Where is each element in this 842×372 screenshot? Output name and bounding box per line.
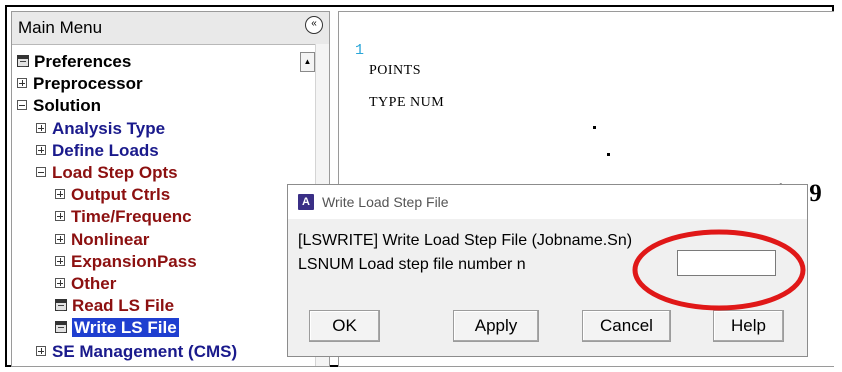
expand-icon[interactable]: [55, 234, 65, 244]
menu-item-define-loads[interactable]: Define Loads: [36, 140, 159, 162]
expand-icon[interactable]: [36, 123, 46, 133]
expand-icon[interactable]: [55, 189, 65, 199]
expand-icon[interactable]: [55, 278, 65, 288]
menu-item-nonlinear[interactable]: Nonlinear: [55, 229, 149, 251]
expand-icon[interactable]: [36, 346, 46, 356]
expand-icon[interactable]: [36, 145, 46, 155]
dialog-titlebar[interactable]: A Write Load Step File: [288, 185, 807, 219]
document-icon: [55, 299, 67, 311]
main-menu-panel: Main Menu « ▲ Preferences Preprocessor S…: [11, 11, 330, 367]
write-load-step-dialog: A Write Load Step File [LSWRITE] Write L…: [287, 184, 808, 357]
scroll-up-arrow-icon[interactable]: ▲: [300, 52, 315, 72]
graphics-text-type-num: TYPE NUM: [369, 95, 445, 110]
menu-item-preprocessor[interactable]: Preprocessor: [17, 73, 143, 95]
menu-item-solution[interactable]: Solution: [17, 95, 101, 117]
apply-button[interactable]: Apply: [453, 310, 539, 342]
expand-icon[interactable]: [55, 256, 65, 266]
menu-item-write-ls-file[interactable]: Write LS File: [55, 317, 179, 339]
cancel-button[interactable]: Cancel: [582, 310, 671, 342]
help-button[interactable]: Help: [713, 310, 784, 342]
document-icon: [55, 321, 67, 333]
lsnum-label: LSNUM Load step file number n: [298, 256, 526, 273]
menu-item-time-frequenc[interactable]: Time/Frequenc: [55, 206, 192, 228]
lsnum-input[interactable]: [677, 250, 776, 276]
dialog-title: Write Load Step File: [322, 194, 449, 210]
ansys-app-icon: A: [298, 194, 314, 210]
menu-item-read-ls-file[interactable]: Read LS File: [55, 295, 174, 317]
menu-item-load-step-opts[interactable]: Load Step Opts: [36, 162, 178, 184]
expand-icon[interactable]: [55, 211, 65, 221]
menu-item-se-management[interactable]: SE Management (CMS): [36, 341, 237, 363]
main-menu-title: Main Menu: [18, 18, 103, 37]
collapse-icon[interactable]: [36, 167, 46, 177]
graphics-text-points: POINTS: [369, 63, 422, 78]
collapse-icon[interactable]: [17, 100, 27, 110]
lswrite-description: [LSWRITE] Write Load Step File (Jobname.…: [298, 232, 633, 249]
ok-button[interactable]: OK: [309, 310, 380, 342]
menu-item-analysis-type[interactable]: Analysis Type: [36, 118, 165, 140]
main-menu-header: Main Menu «: [12, 12, 329, 45]
collapse-menu-icon[interactable]: «: [305, 16, 323, 34]
document-icon: [17, 55, 29, 67]
menu-item-preferences[interactable]: Preferences: [17, 51, 131, 73]
menu-item-expansionpass[interactable]: ExpansionPass: [55, 251, 197, 273]
window-number: 1: [355, 42, 365, 59]
expand-icon[interactable]: [17, 78, 27, 88]
graphics-point: [593, 126, 596, 129]
menu-item-output-ctrls[interactable]: Output Ctrls: [55, 184, 170, 206]
graphics-point: [607, 153, 610, 156]
menu-item-other[interactable]: Other: [55, 273, 116, 295]
